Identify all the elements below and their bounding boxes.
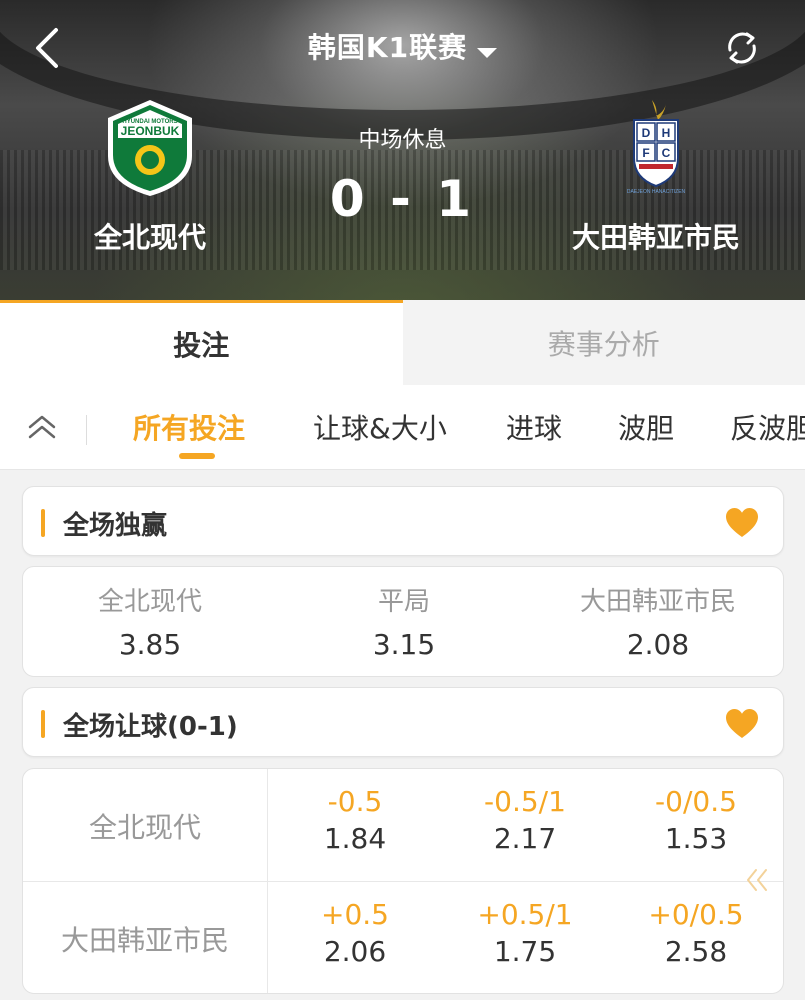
league-selector[interactable]: 韩国K1联赛: [0, 26, 805, 66]
heart-icon[interactable]: [725, 507, 759, 539]
svg-text:D: D: [642, 126, 651, 140]
handicap-option[interactable]: -0/0.5 1.53: [611, 785, 781, 855]
outcome-odds: 3.85: [118, 628, 182, 661]
handicap-team-label: 全北现代: [23, 769, 268, 882]
handicap-odds-value: 1.53: [664, 822, 728, 855]
bet-filter-bar: 所有投注 让球&大小 进球 波胆 反波胆: [0, 385, 805, 470]
handicap-odds-value: 2.17: [493, 822, 557, 855]
heart-icon[interactable]: [725, 708, 759, 740]
section-accent-bar: [41, 509, 45, 537]
section-accent-bar: [41, 710, 45, 738]
filter-handicap-over-under[interactable]: 让球&大小: [313, 407, 447, 447]
main-tabs: 投注 赛事分析: [0, 300, 805, 385]
handicap-line: +0/0.5: [648, 898, 744, 931]
tab-betting[interactable]: 投注: [0, 300, 403, 385]
match-winner-odds: 全北现代 3.85 平局 3.15 大田韩亚市民 2.08: [22, 566, 784, 677]
match-header: 韩国K1联赛 HYUNDAI MOTORS JEONBUK 全北现代 中场休息 …: [0, 0, 805, 300]
tab-match-analysis[interactable]: 赛事分析: [403, 300, 805, 385]
filter-correct-score[interactable]: 波胆: [618, 407, 674, 447]
handicap-row-home: 全北现代 -0.5 1.84 -0.5/1 2.17 -0/0.5 1.53: [23, 769, 783, 882]
market-header-match-winner[interactable]: 全场独赢: [22, 486, 784, 556]
handicap-line: +0.5: [321, 898, 389, 931]
handicap-line: -0/0.5: [655, 785, 737, 818]
handicap-option[interactable]: -0.5/1 2.17: [440, 785, 610, 855]
handicap-row-away: 大田韩亚市民 +0.5 2.06 +0.5/1 1.75 +0/0.5 2.58: [23, 882, 783, 993]
handicap-line: -0.5: [327, 785, 383, 818]
outcome-draw[interactable]: 平局 3.15: [277, 581, 531, 661]
outcome-label: 全北现代: [97, 587, 202, 617]
handicap-team-label: 大田韩亚市民: [23, 882, 268, 993]
handicap-odds-value: 1.75: [493, 935, 557, 968]
handicap-odds-value: 2.58: [664, 935, 728, 968]
outcome-home[interactable]: 全北现代 3.85: [23, 581, 277, 661]
svg-text:DAEJEON HANACITIZEN: DAEJEON HANACITIZEN: [627, 189, 686, 195]
chevron-left-double-icon[interactable]: [744, 866, 770, 894]
svg-text:C: C: [662, 146, 671, 160]
caret-down-icon[interactable]: [477, 47, 498, 58]
filter-all-bets[interactable]: 所有投注: [133, 407, 245, 447]
outcome-label: 平局: [377, 587, 430, 617]
market-header-handicap[interactable]: 全场让球(0-1): [22, 687, 784, 757]
outcome-label: 大田韩亚市民: [579, 587, 736, 617]
outcome-odds: 2.08: [626, 628, 690, 661]
handicap-option[interactable]: +0.5/1 1.75: [440, 898, 610, 968]
refresh-icon[interactable]: [722, 28, 762, 68]
handicap-line: +0.5/1: [477, 898, 573, 931]
handicap-option[interactable]: +0/0.5 2.58: [611, 898, 781, 968]
filter-anti-correct-score[interactable]: 反波胆: [730, 407, 805, 447]
daejeon-logo: D H F C DAEJEON HANACITIZEN: [627, 100, 686, 195]
filter-goals[interactable]: 进球: [506, 407, 562, 447]
active-filter-indicator: [179, 453, 215, 459]
handicap-odds-value: 2.06: [323, 935, 387, 968]
market-title: 全场独赢: [63, 511, 168, 541]
handicap-odds-value: 1.84: [323, 822, 387, 855]
away-team[interactable]: D H F C DAEJEON HANACITIZEN 大田韩亚市民: [536, 98, 776, 256]
handicap-line: -0.5/1: [484, 785, 566, 818]
away-team-name: 大田韩亚市民: [571, 221, 740, 254]
outcome-odds: 3.15: [372, 628, 436, 661]
handicap-option[interactable]: +0.5 2.06: [270, 898, 440, 968]
svg-text:F: F: [642, 146, 649, 160]
league-title[interactable]: 韩国K1联赛: [308, 31, 467, 64]
market-title: 全场让球(0-1): [63, 712, 238, 742]
outcome-away[interactable]: 大田韩亚市民 2.08: [531, 581, 783, 661]
handicap-option[interactable]: -0.5 1.84: [270, 785, 440, 855]
filter-divider: [86, 415, 87, 445]
svg-text:H: H: [662, 126, 671, 140]
handicap-odds: 全北现代 -0.5 1.84 -0.5/1 2.17 -0/0.5 1.53 大…: [22, 768, 784, 994]
chevron-up-double-icon[interactable]: [26, 413, 58, 441]
